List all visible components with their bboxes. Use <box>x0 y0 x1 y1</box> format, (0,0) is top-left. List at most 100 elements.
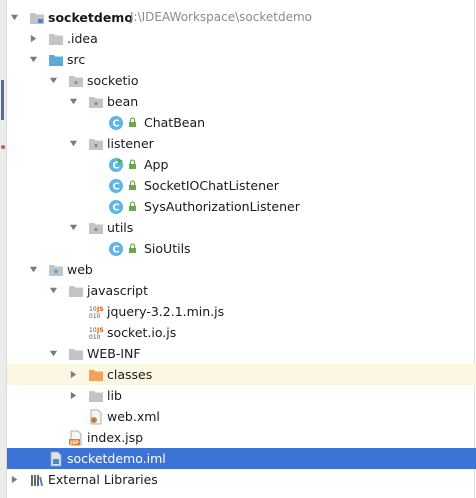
tree-row-web[interactable]: web <box>7 259 476 280</box>
chevron-down-icon[interactable] <box>47 280 59 301</box>
strip-error-dot <box>1 145 5 149</box>
folder-label: javascript <box>87 283 149 298</box>
package-icon <box>88 94 104 110</box>
lock-icon <box>128 117 137 128</box>
file-label: index.jsp <box>87 430 144 445</box>
svg-text:JS: JS <box>96 306 104 313</box>
tree-row-lib[interactable]: lib <box>7 385 476 406</box>
folder-label: WEB-INF <box>87 346 141 361</box>
svg-text:010: 010 <box>89 313 101 320</box>
tree-row-bean[interactable]: bean <box>7 91 476 112</box>
excluded-folder-icon <box>88 367 104 383</box>
folder-icon <box>88 388 104 404</box>
svg-text:C: C <box>112 182 119 193</box>
folder-icon <box>48 31 64 47</box>
tree-row-utils[interactable]: utils <box>7 217 476 238</box>
chevron-down-icon[interactable] <box>67 91 79 112</box>
java-class-icon: C <box>108 115 124 131</box>
folder-label: src <box>67 52 86 67</box>
package-label: socketio <box>87 73 139 88</box>
tree-row-socketdemo[interactable]: socketdemo J:\IDEAWorkspace\socketdemo <box>7 7 476 28</box>
lock-icon <box>128 159 137 170</box>
java-main-class-icon: C <box>108 157 124 173</box>
tree-row-webxml[interactable]: web.xml <box>7 406 476 427</box>
tree-row-external-libraries[interactable]: External Libraries <box>7 469 476 490</box>
js-file-icon: 10 010 JS <box>88 304 104 320</box>
lock-icon <box>128 201 137 212</box>
js-file-icon: 10 010 JS <box>88 325 104 341</box>
xml-file-icon <box>88 409 104 425</box>
tool-window-strip <box>0 0 7 498</box>
class-label: SioUtils <box>144 241 191 256</box>
project-path: J:\IDEAWorkspace\socketdemo <box>130 10 313 24</box>
folder-icon <box>68 283 84 299</box>
java-class-icon: C <box>108 241 124 257</box>
project-name: socketdemo <box>48 10 133 25</box>
folder-label: web <box>67 262 93 277</box>
svg-text:10: 10 <box>89 327 97 334</box>
tree-row-sioutils[interactable]: C SioUtils <box>7 238 476 259</box>
chevron-right-icon[interactable] <box>67 364 79 385</box>
class-label: App <box>144 157 169 172</box>
file-label: socketdemo.iml <box>67 451 166 466</box>
tree-row-idea[interactable]: .idea <box>7 28 476 49</box>
lock-icon <box>128 243 137 254</box>
external-libraries-label: External Libraries <box>48 472 158 487</box>
svg-text:JS: JS <box>96 327 104 334</box>
chevron-down-icon[interactable] <box>47 70 59 91</box>
tree-row-chatbean[interactable]: C ChatBean <box>7 112 476 133</box>
project-tree[interactable]: socketdemo J:\IDEAWorkspace\socketdemo .… <box>7 7 476 490</box>
chevron-down-icon[interactable] <box>27 49 39 70</box>
folder-label: .idea <box>67 31 98 46</box>
file-label: jquery-3.2.1.min.js <box>107 304 225 319</box>
chevron-down-icon[interactable] <box>47 343 59 364</box>
class-label: SocketIOChatListener <box>144 178 279 193</box>
package-label: bean <box>107 94 139 109</box>
class-label: ChatBean <box>144 115 206 130</box>
java-class-icon: C <box>108 178 124 194</box>
lock-icon <box>128 180 137 191</box>
class-label: SysAuthorizationListener <box>144 199 300 214</box>
chevron-down-icon[interactable] <box>67 133 79 154</box>
tree-row-socketio-js[interactable]: 10 010 JS socket.io.js <box>7 322 476 343</box>
tree-row-iml[interactable]: socketdemo.iml <box>7 448 476 469</box>
libraries-icon <box>29 472 45 488</box>
module-folder-icon <box>29 10 45 26</box>
tree-row-listener[interactable]: listener <box>7 133 476 154</box>
chevron-right-icon[interactable] <box>67 385 79 406</box>
chevron-right-icon[interactable] <box>8 469 20 490</box>
package-icon <box>68 73 84 89</box>
chevron-down-icon[interactable] <box>8 7 20 28</box>
package-icon <box>88 136 104 152</box>
folder-label: classes <box>107 367 153 382</box>
svg-text:C: C <box>112 203 119 214</box>
folder-label: lib <box>107 388 122 403</box>
tree-row-socketio[interactable]: socketio <box>7 70 476 91</box>
source-folder-icon <box>48 52 64 68</box>
tree-row-jquery[interactable]: 10 010 JS jquery-3.2.1.min.js <box>7 301 476 322</box>
chevron-down-icon[interactable] <box>27 259 39 280</box>
tree-row-classes[interactable]: classes <box>7 364 476 385</box>
chevron-down-icon[interactable] <box>67 217 79 238</box>
tree-row-javascript[interactable]: javascript <box>7 280 476 301</box>
svg-text:10: 10 <box>89 306 97 313</box>
package-icon <box>88 220 104 236</box>
svg-text:010: 010 <box>89 334 101 341</box>
tree-row-sysauthorizationlistener[interactable]: C SysAuthorizationListener <box>7 196 476 217</box>
strip-marker <box>1 80 4 120</box>
iml-file-icon <box>48 451 64 467</box>
chevron-right-icon[interactable] <box>27 28 39 49</box>
tree-row-src[interactable]: src <box>7 49 476 70</box>
jsp-file-icon: JSP <box>68 430 84 446</box>
file-label: socket.io.js <box>107 325 177 340</box>
svg-text:C: C <box>112 119 119 130</box>
web-folder-icon <box>48 262 64 278</box>
svg-text:JSP: JSP <box>69 440 79 446</box>
tree-row-app[interactable]: C App <box>7 154 476 175</box>
tree-row-socketiochatlistener[interactable]: C SocketIOChatListener <box>7 175 476 196</box>
tree-row-webinf[interactable]: WEB-INF <box>7 343 476 364</box>
file-label: web.xml <box>107 409 160 424</box>
package-label: utils <box>107 220 134 235</box>
tree-row-indexjsp[interactable]: JSP index.jsp <box>7 427 476 448</box>
package-label: listener <box>107 136 154 151</box>
